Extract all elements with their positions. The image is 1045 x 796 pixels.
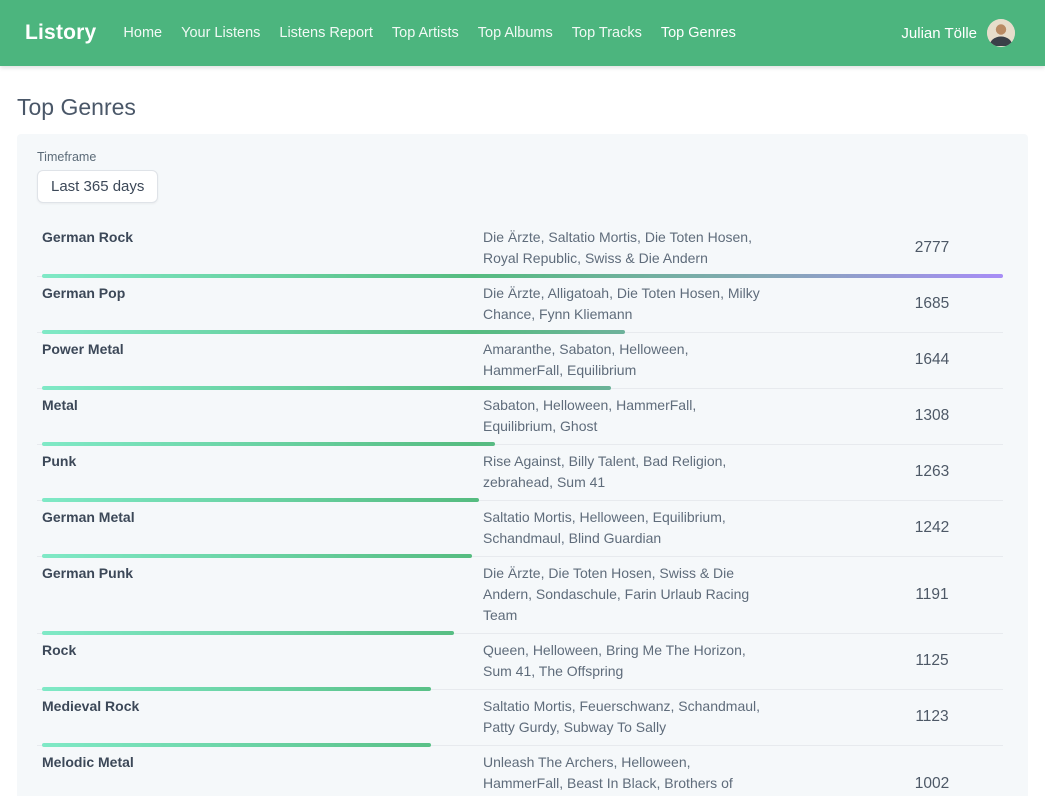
app-logo[interactable]: Listory (25, 21, 96, 45)
user-avatar-image (987, 19, 1015, 47)
genre-row: Metal Sabaton, Helloween, HammerFall, Eq… (37, 389, 1008, 445)
app-header: Listory Home Your Listens Listens Report To… (0, 0, 1045, 66)
genre-artists: Die Ärzte, Die Toten Hosen, Swiss & Die … (483, 563, 768, 626)
genre-count: 1191 (881, 586, 1003, 604)
main-nav: Home Your Listens Listens Report Top Artist… (123, 25, 901, 41)
content-card: Timeframe Last 365 days German Rock Die … (17, 134, 1028, 796)
genre-name: German Punk (42, 563, 483, 626)
genre-row: German Pop Die Ärzte, Alligatoah, Die To… (37, 277, 1008, 333)
genre-row: German Metal Saltatio Mortis, Helloween,… (37, 501, 1008, 557)
page-content: Top Genres Timeframe Last 365 days Germa… (0, 66, 1045, 796)
user-avatar[interactable] (987, 19, 1015, 47)
genre-name: German Pop (42, 283, 483, 325)
genre-artists: Unleash The Archers, Helloween, HammerFa… (483, 752, 768, 796)
genre-row: German Rock Die Ärzte, Saltatio Mortis, … (37, 221, 1008, 277)
genre-count: 1644 (881, 351, 1003, 369)
genre-bar (42, 274, 1003, 278)
genre-name: German Rock (42, 227, 483, 269)
page-title: Top Genres (17, 94, 1028, 121)
genre-count: 1263 (881, 463, 1003, 481)
nav-item-home[interactable]: Home (123, 25, 162, 41)
nav-item-top-albums[interactable]: Top Albums (478, 25, 553, 41)
genre-bar (42, 631, 454, 635)
nav-item-listens-report[interactable]: Listens Report (279, 25, 373, 41)
genres-table: German Rock Die Ärzte, Saltatio Mortis, … (37, 221, 1008, 796)
genre-artists: Saltatio Mortis, Feuerschwanz, Schandmau… (483, 696, 768, 738)
genre-artists: Die Ärzte, Alligatoah, Die Toten Hosen, … (483, 283, 768, 325)
genre-bar (42, 554, 472, 558)
genre-bar (42, 386, 611, 390)
genre-count: 2777 (881, 239, 1003, 257)
genre-artists: Amaranthe, Sabaton, Helloween, HammerFal… (483, 339, 768, 381)
genre-count: 1242 (881, 519, 1003, 537)
genre-count: 1125 (881, 652, 1003, 670)
user-menu[interactable]: Julian Tölle (901, 19, 1015, 47)
genre-artists: Queen, Helloween, Bring Me The Horizon, … (483, 640, 768, 682)
timeframe-select[interactable]: Last 365 days (37, 170, 158, 203)
genre-artists: Saltatio Mortis, Helloween, Equilibrium,… (483, 507, 768, 549)
genre-row: Power Metal Amaranthe, Sabaton, Hellowee… (37, 333, 1008, 389)
genre-bar (42, 442, 495, 446)
genre-name: Medieval Rock (42, 696, 483, 738)
user-name[interactable]: Julian Tölle (901, 25, 977, 42)
genre-artists: Die Ärzte, Saltatio Mortis, Die Toten Ho… (483, 227, 768, 269)
genre-count: 1685 (881, 295, 1003, 313)
nav-item-top-genres[interactable]: Top Genres (661, 25, 736, 41)
timeframe-label: Timeframe (37, 150, 1008, 164)
nav-item-top-tracks[interactable]: Top Tracks (572, 25, 642, 41)
genre-artists: Sabaton, Helloween, HammerFall, Equilibr… (483, 395, 768, 437)
genre-name: Rock (42, 640, 483, 682)
genre-count: 1002 (881, 775, 1003, 793)
genre-name: German Metal (42, 507, 483, 549)
genre-bar (42, 687, 431, 691)
genre-count: 1123 (881, 708, 1003, 726)
genre-name: Power Metal (42, 339, 483, 381)
genre-row: Melodic Metal Unleash The Archers, Hello… (37, 746, 1008, 796)
genre-row: Punk Rise Against, Billy Talent, Bad Rel… (37, 445, 1008, 501)
genre-bar (42, 330, 625, 334)
nav-item-your-listens[interactable]: Your Listens (181, 25, 260, 41)
genre-row: Rock Queen, Helloween, Bring Me The Hori… (37, 634, 1008, 690)
genre-name: Punk (42, 451, 483, 493)
genre-count: 1308 (881, 407, 1003, 425)
genre-row: Medieval Rock Saltatio Mortis, Feuerschw… (37, 690, 1008, 746)
genre-bar (42, 743, 431, 747)
genre-row: German Punk Die Ärzte, Die Toten Hosen, … (37, 557, 1008, 634)
genre-artists: Rise Against, Billy Talent, Bad Religion… (483, 451, 768, 493)
genre-name: Metal (42, 395, 483, 437)
nav-item-top-artists[interactable]: Top Artists (392, 25, 459, 41)
genre-name: Melodic Metal (42, 752, 483, 796)
timeframe-filter: Timeframe Last 365 days (37, 150, 1008, 203)
genre-bar (42, 498, 479, 502)
